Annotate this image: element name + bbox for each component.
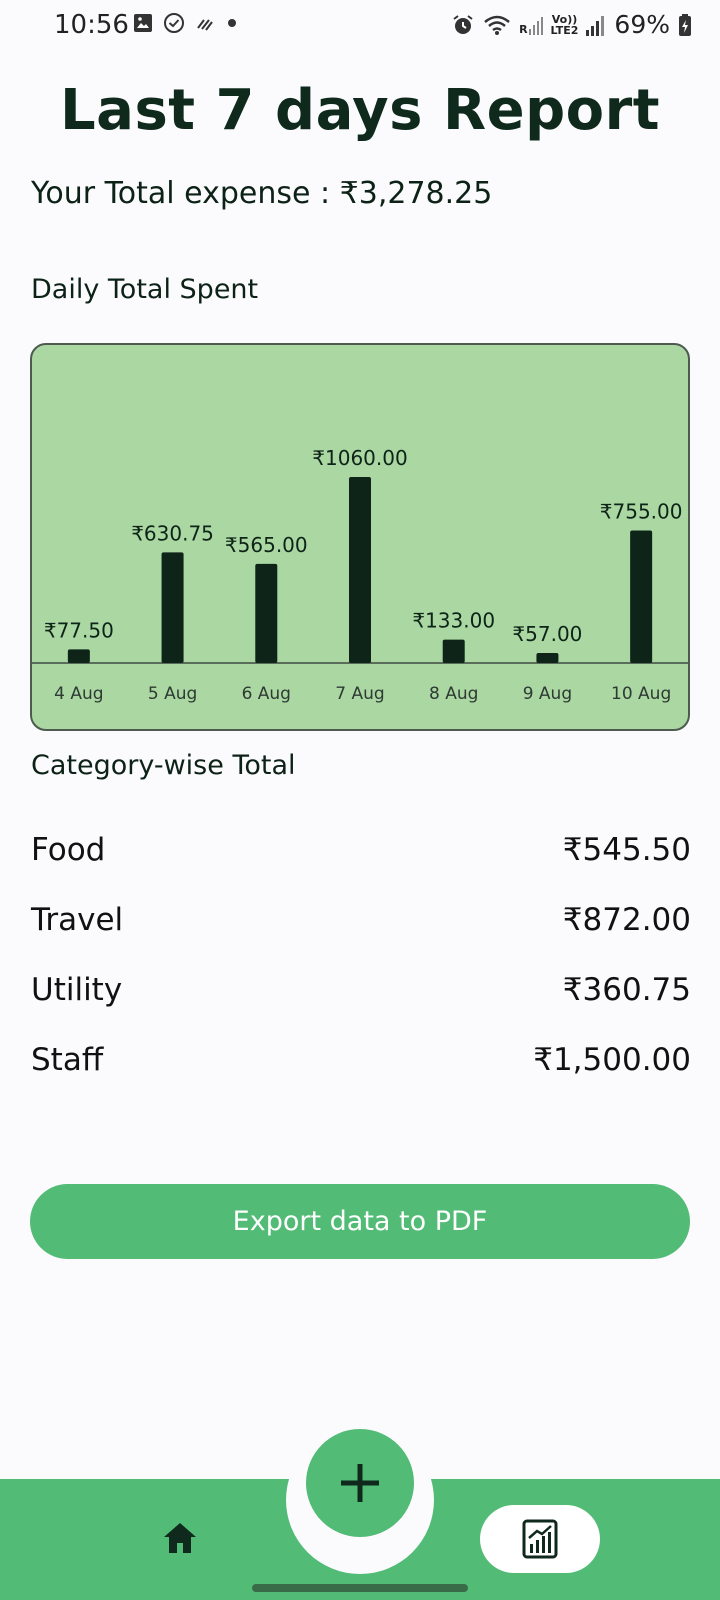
chart-bar	[255, 563, 278, 663]
category-name: Food	[31, 832, 106, 868]
chart-bar	[536, 652, 559, 663]
daily-total-label: Daily Total Spent	[31, 274, 259, 305]
category-name: Utility	[31, 972, 123, 1008]
check-circle-icon	[164, 13, 184, 33]
category-row-staff: Staff ₹1,500.00	[31, 1034, 691, 1104]
add-expense-button[interactable]	[306, 1429, 414, 1537]
status-left-icons	[132, 12, 239, 34]
total-expense: Your Total expense : ₹3,278.25	[31, 176, 493, 211]
chart-value-label: ₹630.75	[131, 521, 214, 545]
alarm-icon	[453, 14, 473, 34]
report-chart-icon	[522, 1519, 558, 1559]
category-value: ₹545.50	[562, 832, 691, 868]
category-row-travel: Travel ₹872.00	[31, 894, 691, 964]
page-title: Last 7 days Report	[59, 78, 661, 143]
category-row-utility: Utility ₹360.75	[31, 964, 691, 1034]
category-row-food: Food ₹545.50	[31, 824, 691, 894]
category-name: Travel	[31, 902, 124, 938]
category-name: Staff	[31, 1042, 104, 1078]
chart-value-label: ₹57.00	[512, 622, 582, 646]
home-icon	[164, 1523, 196, 1553]
bar-chart-svg: ₹77.50 4 Aug ₹630.75 5 Aug ₹565.00 6 Aug ₹1060…	[32, 446, 688, 704]
signal-icon	[586, 15, 605, 36]
gallery-icon	[134, 14, 152, 32]
chart-category-label: 10 Aug	[611, 684, 671, 704]
status-bar: 10:56 R Vo)) LTE2 69%	[0, 0, 720, 54]
plus-icon	[341, 1464, 379, 1502]
chart-category-label: 7 Aug	[335, 684, 384, 704]
chart-category-label: 4 Aug	[54, 684, 103, 704]
chart-bar	[349, 477, 371, 663]
lte-label: LTE2	[550, 23, 579, 37]
chart-bar	[442, 639, 465, 663]
signal-r-icon: R	[519, 15, 543, 36]
category-value: ₹360.75	[562, 972, 691, 1008]
roaming-label: R	[519, 22, 528, 36]
status-right-icons: R Vo)) LTE2 69%	[451, 10, 692, 39]
chart-category-label: 5 Aug	[148, 684, 197, 704]
battery-charging-icon	[679, 13, 691, 36]
category-value: ₹872.00	[562, 902, 691, 938]
status-time: 10:56	[54, 10, 129, 40]
chart-category-label: 8 Aug	[429, 684, 478, 704]
notification-dot-icon	[228, 19, 236, 27]
nav-report-button[interactable]	[480, 1505, 600, 1573]
category-value: ₹1,500.00	[533, 1042, 691, 1078]
chart-bar	[67, 649, 90, 663]
category-list: Food ₹545.50 Travel ₹872.00 Utility ₹360…	[31, 824, 691, 1104]
export-pdf-button[interactable]: Export data to PDF	[30, 1184, 690, 1259]
nav-home-button[interactable]	[158, 1516, 202, 1560]
chart-bar	[161, 552, 184, 663]
chart-value-label: ₹755.00	[600, 500, 683, 524]
wifi-icon	[484, 15, 510, 35]
daily-spent-chart: ₹77.50 4 Aug ₹630.75 5 Aug ₹565.00 6 Aug ₹1060…	[30, 343, 690, 731]
chart-bar	[630, 530, 653, 663]
volte-indicator: Vo)) LTE2	[551, 14, 579, 36]
gesture-handle[interactable]	[252, 1584, 468, 1592]
volte-label: Vo))	[551, 12, 578, 26]
category-total-label: Category-wise Total	[31, 750, 296, 781]
chart-value-label: ₹1060.00	[312, 446, 407, 470]
wifi-calling-icon	[197, 19, 213, 31]
chart-value-label: ₹565.00	[225, 533, 308, 557]
chart-category-label: 9 Aug	[523, 684, 572, 704]
chart-value-label: ₹133.00	[412, 609, 495, 633]
chart-value-label: ₹77.50	[44, 618, 114, 642]
battery-percent: 69%	[614, 10, 670, 39]
chart-category-label: 6 Aug	[242, 684, 291, 704]
